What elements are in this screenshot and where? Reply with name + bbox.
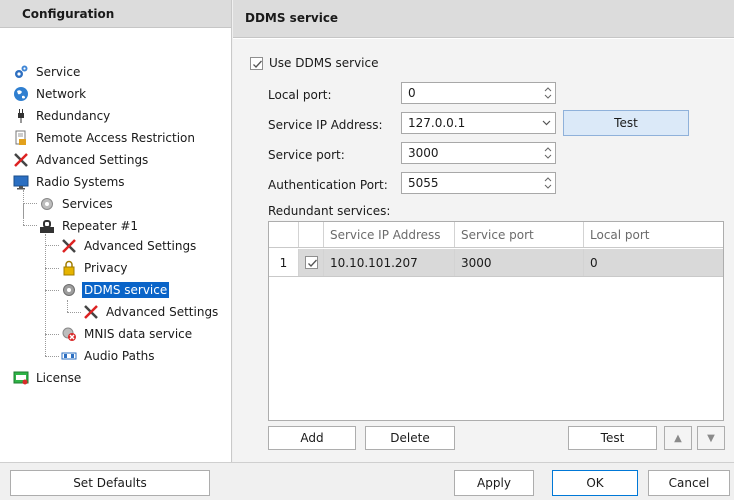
tree-item-network[interactable]: Network [12, 84, 88, 104]
service-port-label: Service port: [268, 148, 345, 162]
tree-item-mnis-data-service[interactable]: MNIS data service [60, 324, 194, 344]
move-up-button[interactable]: ▲ [664, 426, 692, 450]
grid-header-local-port[interactable]: Local port [584, 222, 723, 247]
test-connection-button[interactable]: Test [563, 110, 689, 136]
authentication-port-field[interactable]: 5055 [401, 172, 556, 194]
tree-item-ddms-advanced-settings[interactable]: Advanced Settings [82, 302, 220, 322]
tools-icon [82, 304, 100, 320]
row-service-ip[interactable]: 10.10.101.207 [324, 249, 455, 276]
tree-item-audio-paths[interactable]: Audio Paths [60, 346, 157, 366]
audio-path-icon [60, 348, 78, 364]
service-ip-combobox[interactable]: 127.0.0.1 [401, 112, 556, 134]
padlock-icon [60, 260, 78, 276]
row-service-port[interactable]: 3000 [455, 249, 584, 276]
tree-item-label: License [36, 371, 82, 385]
plug-icon [12, 108, 30, 124]
gear-icon [60, 282, 78, 298]
repeater-lock-icon [38, 218, 56, 234]
redundant-services-label: Redundant services: [268, 204, 391, 218]
tree-item-service[interactable]: Service [12, 62, 82, 82]
tree-item-repeater-advanced-settings[interactable]: Advanced Settings [60, 236, 198, 256]
license-icon [12, 370, 30, 386]
row-local-port[interactable]: 0 [584, 249, 723, 276]
tree-item-label: Remote Access Restriction [36, 131, 195, 145]
authentication-port-value: 5055 [408, 176, 439, 190]
authentication-port-label: Authentication Port: [268, 178, 388, 192]
cancel-button[interactable]: Cancel [648, 470, 730, 496]
spinner-arrows-icon[interactable] [543, 175, 553, 191]
ok-button[interactable]: OK [552, 470, 638, 496]
tree-item-label: Redundancy [36, 109, 111, 123]
gears-icon [12, 64, 30, 80]
tree-item-label: Advanced Settings [84, 239, 197, 253]
local-port-field[interactable]: 0 [401, 82, 556, 104]
row-enabled-checkbox[interactable] [304, 256, 318, 269]
grid-header-service-port[interactable]: Service port [455, 222, 584, 247]
service-ip-value: 127.0.0.1 [408, 116, 466, 130]
tree-item-repeater-1[interactable]: Repeater #1 [38, 216, 140, 236]
document-lock-icon [12, 130, 30, 146]
service-ip-label: Service IP Address: [268, 118, 383, 132]
tree-item-label: Repeater #1 [62, 219, 139, 233]
chevron-down-icon[interactable] [542, 120, 551, 126]
panel-title: DDMS service [233, 0, 734, 38]
row-number: 1 [269, 249, 299, 276]
tree-item-ddms-service[interactable]: DDMS service [60, 280, 170, 300]
tree-item-label: Audio Paths [84, 349, 155, 363]
tree-item-label: Advanced Settings [36, 153, 149, 167]
tools-icon [12, 152, 30, 168]
tools-icon [60, 238, 78, 254]
redundant-services-grid[interactable]: Service IP Address Service port Local po… [268, 221, 724, 421]
tree-item-label: Advanced Settings [106, 305, 219, 319]
configuration-panel: Configuration Service Network Redundancy… [0, 0, 232, 462]
globe-icon [12, 86, 30, 102]
tree-item-label: DDMS service [82, 282, 170, 298]
tree-item-advanced-settings[interactable]: Advanced Settings [12, 150, 150, 170]
grid-header-row: Service IP Address Service port Local po… [269, 222, 723, 248]
local-port-value: 0 [408, 86, 416, 100]
tree-item-remote-access-restriction[interactable]: Remote Access Restriction [12, 128, 197, 148]
test-service-button[interactable]: Test [568, 426, 657, 450]
tree-item-redundancy[interactable]: Redundancy [12, 106, 112, 126]
local-port-label: Local port: [268, 88, 332, 102]
row-enabled-cell[interactable] [299, 249, 324, 276]
set-defaults-button[interactable]: Set Defaults [10, 470, 210, 496]
use-ddms-service-label: Use DDMS service [269, 56, 379, 70]
tree-item-label: Privacy [84, 261, 128, 275]
add-button[interactable]: Add [268, 426, 356, 450]
service-port-value: 3000 [408, 146, 439, 160]
configuration-header: Configuration [0, 0, 231, 28]
grid-header-check [299, 222, 324, 247]
tree-item-license[interactable]: License [12, 368, 83, 388]
tree-item-label: Radio Systems [36, 175, 125, 189]
monitor-icon [12, 174, 30, 190]
tree-item-radio-systems[interactable]: Radio Systems [12, 172, 127, 192]
gear-error-icon [60, 326, 78, 342]
use-ddms-service-row[interactable]: Use DDMS service [250, 56, 378, 70]
delete-button[interactable]: Delete [365, 426, 455, 450]
tree-item-label: Services [62, 197, 113, 211]
move-down-button[interactable]: ▼ [697, 426, 725, 450]
service-port-field[interactable]: 3000 [401, 142, 556, 164]
grid-header-service-ip[interactable]: Service IP Address [324, 222, 455, 247]
gear-icon [38, 196, 56, 212]
grid-header-rownum [269, 222, 299, 247]
tree-item-label: Service [36, 65, 81, 79]
apply-button[interactable]: Apply [454, 470, 534, 496]
spinner-arrows-icon[interactable] [543, 85, 553, 101]
use-ddms-service-checkbox[interactable] [250, 56, 263, 70]
table-row[interactable]: 1 10.10.101.207 3000 0 [269, 249, 723, 277]
tree-item-label: Network [36, 87, 87, 101]
spinner-arrows-icon[interactable] [543, 145, 553, 161]
tree-item-services[interactable]: Services [38, 194, 115, 214]
tree-item-label: MNIS data service [84, 327, 193, 341]
tree-item-privacy[interactable]: Privacy [60, 258, 129, 278]
